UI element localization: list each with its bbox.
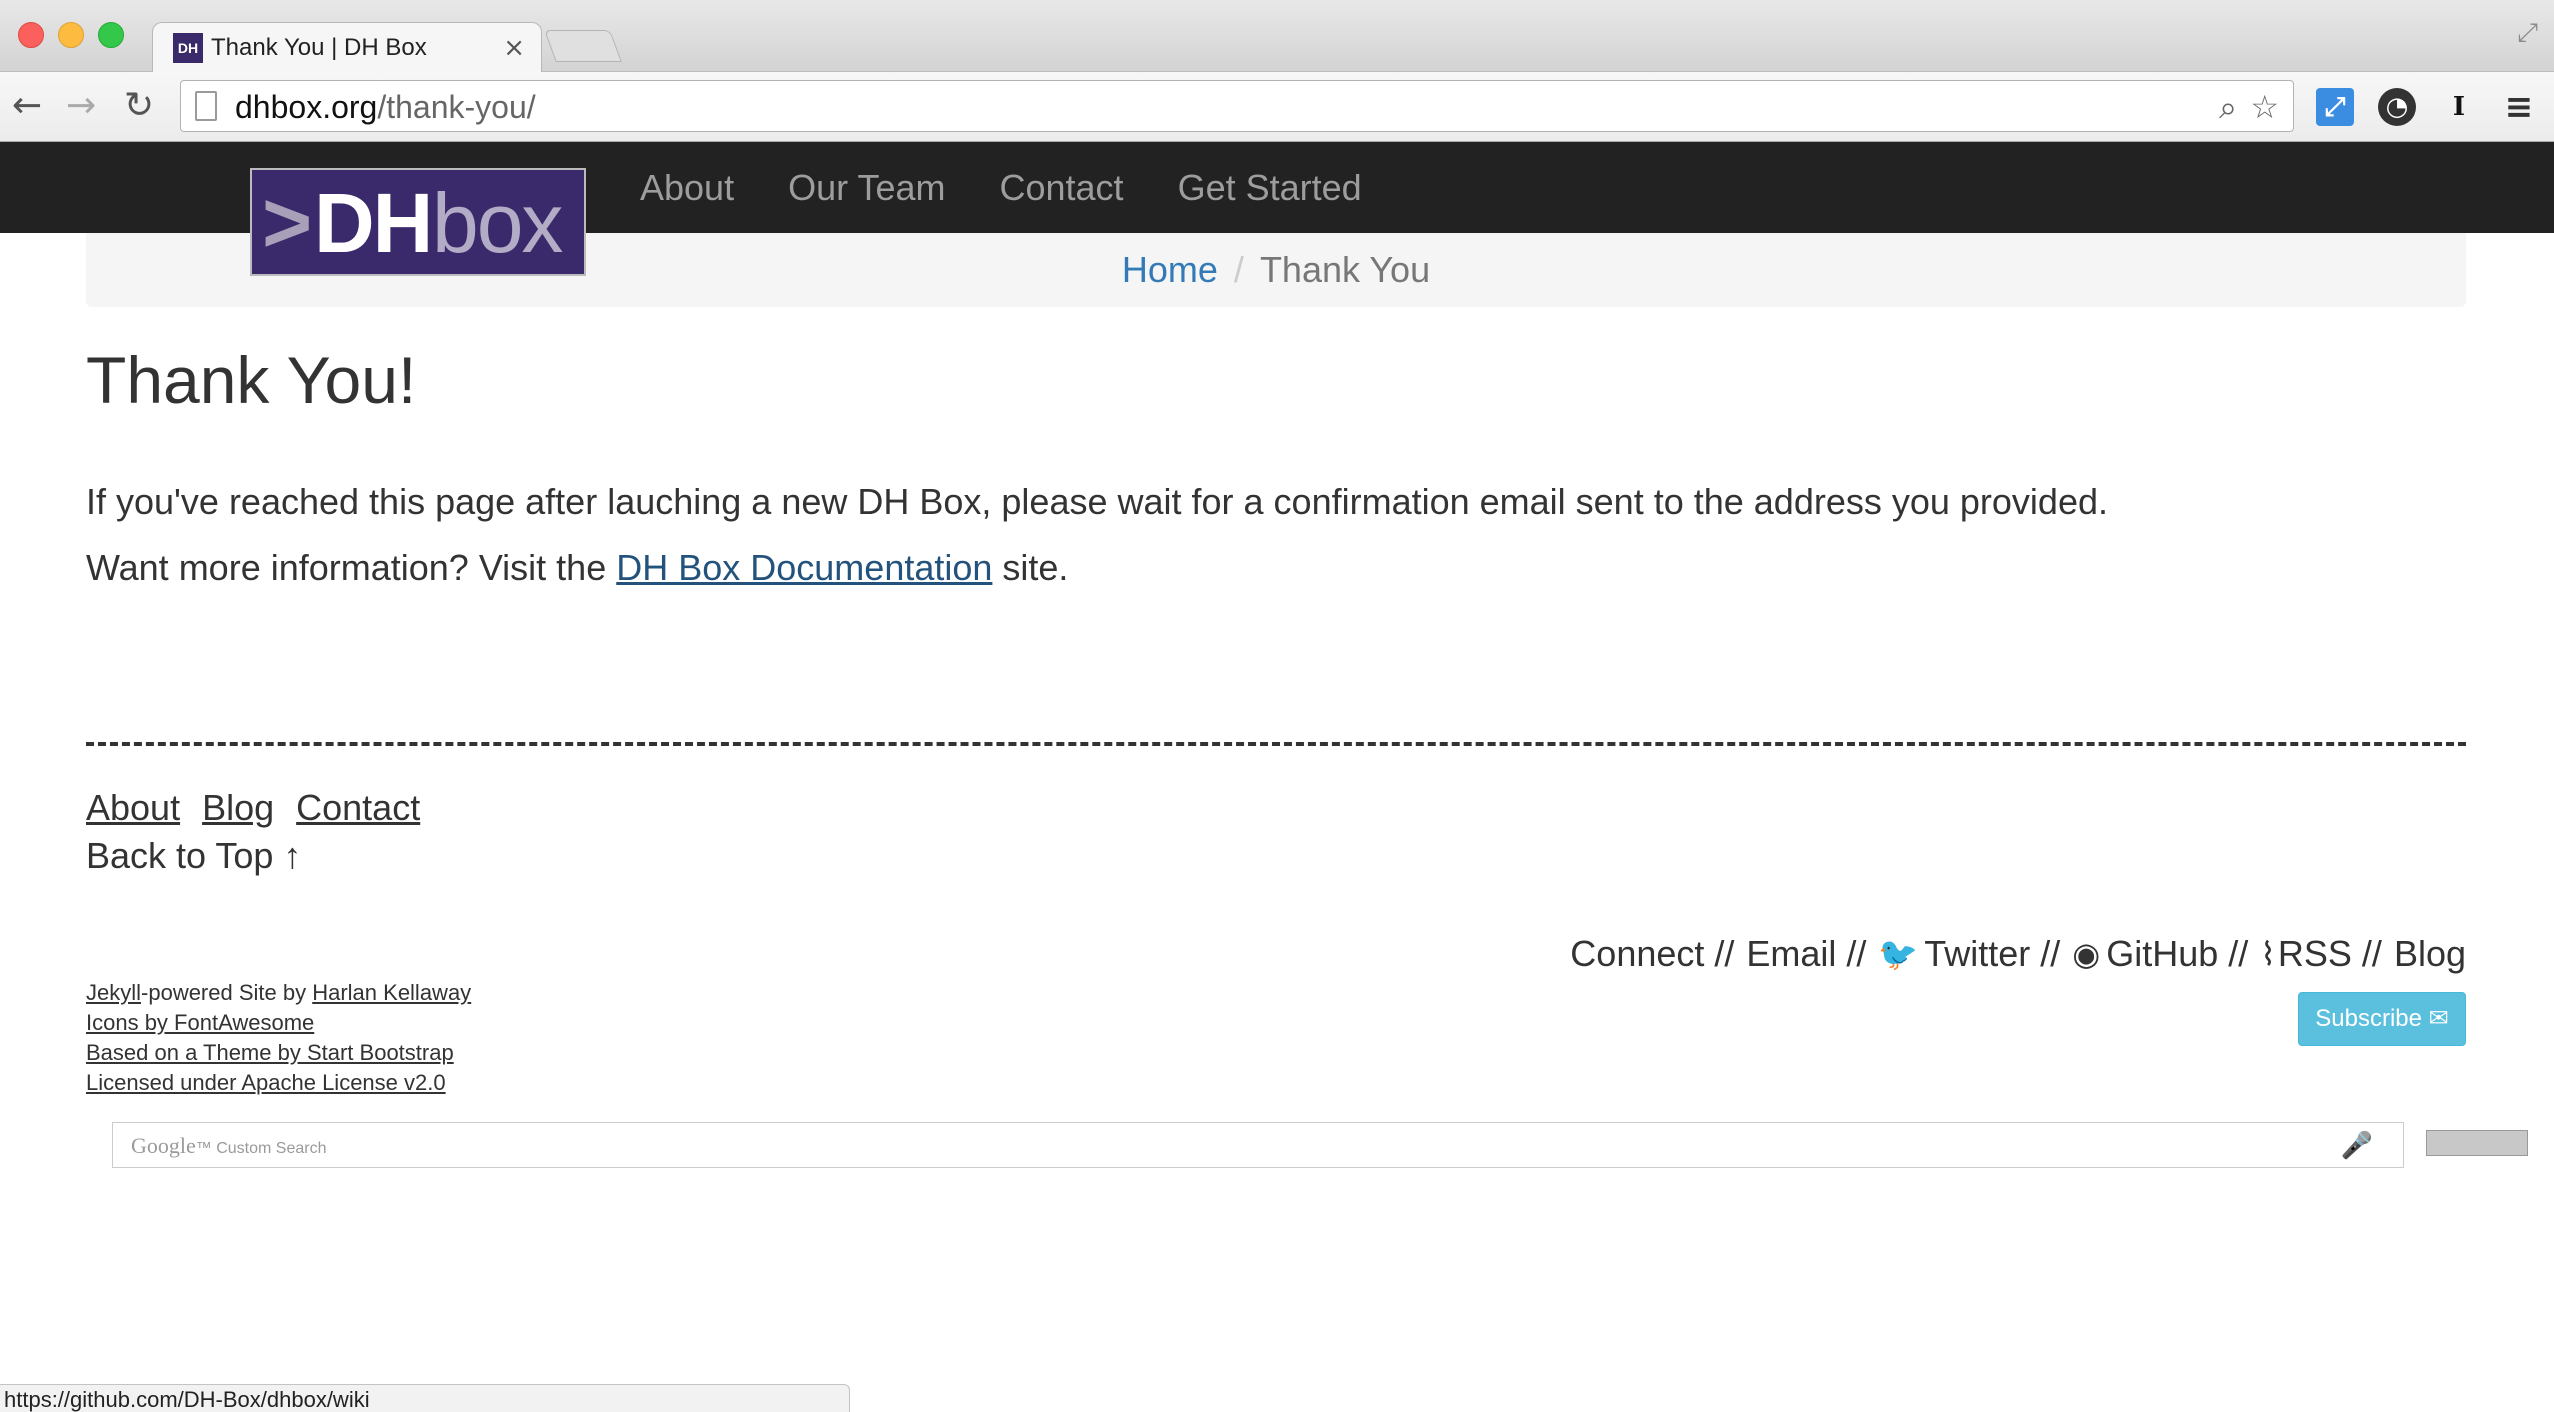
address-bar[interactable]: dhbox.org/thank-you/ ⌕ ☆: [180, 80, 2294, 132]
connect-label: Connect //: [1570, 933, 1735, 974]
tab-title: Thank You | DH Box: [211, 34, 427, 61]
reload-icon[interactable]: ↻: [124, 86, 154, 126]
jekyll-link[interactable]: Jekyll: [86, 980, 141, 1005]
twitter-link[interactable]: Twitter //: [1924, 932, 2060, 976]
breadcrumb-home[interactable]: Home: [1122, 249, 1218, 290]
subscribe-button[interactable]: Subscribe ✉: [2298, 992, 2466, 1046]
nav-get-started[interactable]: Get Started: [1178, 167, 1362, 208]
documentation-link[interactable]: DH Box Documentation: [616, 547, 992, 588]
dhbox-logo[interactable]: > DH box: [250, 168, 586, 276]
browser-tab[interactable]: DH Thank You | DH Box ×: [152, 22, 542, 74]
back-to-top-link[interactable]: Back to Top ↑: [86, 834, 301, 878]
forward-arrow-icon[interactable]: →: [66, 86, 96, 126]
footer-credits: Jekyll-powered Site by Harlan Kellaway I…: [86, 980, 472, 1095]
browser-toolbar: ← → ↻ dhbox.org/thank-you/ ⌕ ☆ ⤢ ◔ I ≡: [0, 72, 2554, 142]
microphone-icon[interactable]: 🎤: [2341, 1131, 2373, 1161]
site-nav-links: About Our Team Contact Get Started: [640, 142, 1416, 233]
footer-divider: [86, 742, 2466, 746]
more-info-message: Want more information? Visit the DH Box …: [86, 547, 1069, 588]
twitter-icon: 🐦: [1878, 935, 1919, 973]
history-icon[interactable]: ◔: [2378, 88, 2416, 126]
license-link[interactable]: Licensed under Apache License v2.0: [86, 1070, 446, 1095]
nav-our-team[interactable]: Our Team: [788, 167, 945, 208]
tab-close-icon[interactable]: ×: [503, 33, 525, 63]
author-link[interactable]: Harlan Kellaway: [312, 980, 471, 1005]
github-icon: ◉: [2072, 935, 2101, 973]
google-search-button[interactable]: [2426, 1130, 2528, 1156]
footer-blog-link[interactable]: Blog: [202, 787, 274, 828]
page-title: Thank You!: [86, 343, 417, 417]
extension-icon[interactable]: ⤢: [2316, 88, 2354, 126]
start-bootstrap-link[interactable]: Based on a Theme by Start Bootstrap: [86, 1040, 454, 1065]
instapaper-icon[interactable]: I: [2440, 88, 2478, 126]
close-window-button[interactable]: [18, 22, 44, 48]
breadcrumb-separator: /: [1233, 249, 1244, 290]
footer-links: About Blog Contact: [86, 786, 442, 830]
google-custom-search-input[interactable]: Google™ Custom Search 🎤: [112, 1122, 2404, 1168]
status-bar-url: https://github.com/DH-Box/dhbox/wiki: [4, 1387, 370, 1412]
zoom-icon[interactable]: ⌕: [2219, 89, 2237, 125]
new-tab-button[interactable]: [544, 30, 622, 62]
star-icon[interactable]: ☆: [2250, 89, 2279, 125]
blog-link[interactable]: Blog: [2394, 932, 2466, 976]
minimize-window-button[interactable]: [58, 22, 84, 48]
browser-titlebar: DH Thank You | DH Box × ⤢: [0, 0, 2554, 74]
github-link[interactable]: GitHub //: [2106, 932, 2248, 976]
dhbox-favicon-icon: DH: [173, 33, 203, 63]
fullscreen-icon[interactable]: ⤢: [2517, 18, 2538, 49]
back-arrow-icon[interactable]: ←: [12, 86, 42, 126]
menu-icon[interactable]: ≡: [2500, 88, 2538, 126]
footer-contact-link[interactable]: Contact: [296, 787, 420, 828]
rss-icon: ⌇: [2260, 935, 2276, 973]
status-bar: https://github.com/DH-Box/dhbox/wiki: [0, 1384, 850, 1412]
footer-about-link[interactable]: About: [86, 787, 180, 828]
fontawesome-link[interactable]: Icons by FontAwesome: [86, 1010, 314, 1035]
connect-links: Connect // Email // 🐦 Twitter // ◉ GitHu…: [1558, 932, 2466, 976]
rss-link[interactable]: RSS //: [2278, 932, 2382, 976]
nav-contact[interactable]: Contact: [999, 167, 1123, 208]
url-text[interactable]: dhbox.org/thank-you/: [235, 89, 536, 125]
email-link[interactable]: Email //: [1746, 932, 1866, 976]
page-icon: [195, 91, 217, 121]
nav-about[interactable]: About: [640, 167, 734, 208]
zoom-window-button[interactable]: [98, 22, 124, 48]
google-search-watermark: Google™ Custom Search: [131, 1133, 327, 1158]
confirmation-message: If you've reached this page after lauchi…: [86, 481, 2108, 522]
breadcrumb-current: Thank You: [1259, 249, 1431, 290]
